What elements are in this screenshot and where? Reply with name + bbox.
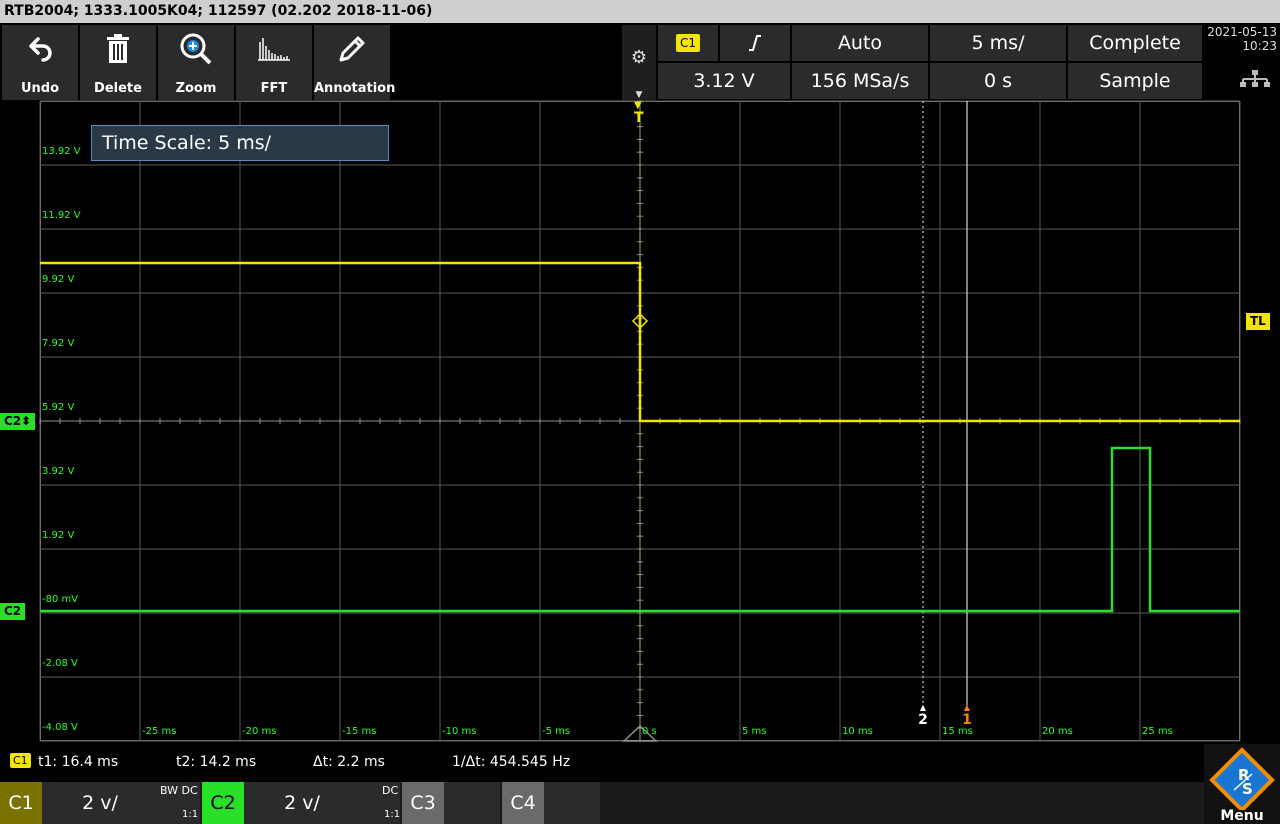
voltage-label: -80 mV bbox=[42, 594, 79, 605]
channel-c1[interactable]: C1 2 v/ BW DC 1:1 bbox=[0, 782, 200, 824]
t2-readout: t2: 14.2 ms bbox=[176, 754, 257, 770]
cursor-1-marker[interactable]: ▲ 1 bbox=[960, 703, 974, 729]
svg-text:S: S bbox=[1242, 780, 1253, 798]
time-label: -15 ms bbox=[342, 726, 377, 737]
menu-label: Menu bbox=[1220, 808, 1264, 824]
inverse-delta-t-readout: 1/Δt: 454.545 Hz bbox=[452, 754, 571, 770]
channel-c2-coupling: DC bbox=[382, 784, 399, 797]
chevron-up-icon: ▲ bbox=[919, 703, 927, 712]
readout-source-badge[interactable]: C1 bbox=[10, 753, 31, 768]
time-label: 0 s bbox=[642, 726, 657, 737]
delta-t-readout: Δt: 2.2 ms bbox=[313, 754, 385, 770]
channel-c4[interactable]: C4 bbox=[502, 782, 600, 824]
cursor-readout: C1 t1: 16.4 ms t2: 14.2 ms Δt: 2.2 ms 1/… bbox=[0, 744, 1280, 782]
time-label: -20 ms bbox=[242, 726, 277, 737]
time-label: 25 ms bbox=[1142, 726, 1173, 737]
channel-c2-name: C2 bbox=[202, 782, 244, 824]
c2-offset-marker[interactable]: C2⬍ bbox=[0, 413, 36, 430]
voltage-label: 9.92 V bbox=[42, 274, 75, 285]
trigger-position-marker[interactable]: ▼ T bbox=[634, 101, 644, 126]
channel-c1-scale: 2 v/ bbox=[82, 792, 118, 814]
time-label: -25 ms bbox=[142, 726, 177, 737]
voltage-label: 13.92 V bbox=[42, 146, 81, 157]
chevron-up-icon: ▲ bbox=[963, 703, 971, 712]
rohde-schwarz-logo: R S bbox=[1209, 747, 1275, 810]
cursor-2-marker[interactable]: ▲ 2 bbox=[916, 703, 930, 729]
time-label: 5 ms bbox=[742, 726, 767, 737]
channel-c3-name: C3 bbox=[402, 782, 444, 824]
time-label: 10 ms bbox=[842, 726, 873, 737]
channel-c1-name: C1 bbox=[0, 782, 42, 824]
voltage-label: 11.92 V bbox=[42, 210, 81, 221]
channel-c3[interactable]: C3 bbox=[402, 782, 500, 824]
voltage-label: 3.92 V bbox=[42, 466, 75, 477]
menu-button[interactable]: R S Menu bbox=[1204, 744, 1280, 824]
trigger-level-marker[interactable]: TL bbox=[1246, 313, 1270, 330]
channel-c1-probe: 1:1 bbox=[182, 809, 199, 820]
voltage-label: 1.92 V bbox=[42, 530, 75, 541]
voltage-label: 7.92 V bbox=[42, 338, 75, 349]
time-label: -5 ms bbox=[542, 726, 571, 737]
voltage-label: -4.08 V bbox=[42, 722, 78, 733]
time-scale-popup: Time Scale: 5 ms/ bbox=[91, 125, 389, 161]
channel-c4-name: C4 bbox=[502, 782, 544, 824]
channel-c2-scale: 2 v/ bbox=[284, 792, 320, 814]
channel-c2-probe: 1:1 bbox=[384, 809, 401, 820]
voltage-label: 5.92 V bbox=[42, 402, 75, 413]
t1-readout: t1: 16.4 ms bbox=[38, 754, 119, 770]
time-label: 20 ms bbox=[1042, 726, 1073, 737]
channel-c1-coupling: BW DC bbox=[160, 784, 198, 797]
channel-c2[interactable]: C2 2 v/ DC 1:1 bbox=[202, 782, 400, 824]
channel-bar: C1 2 v/ BW DC 1:1 C2 2 v/ DC 1:1 C3 C4 bbox=[0, 782, 1280, 824]
voltage-label: -2.08 V bbox=[42, 658, 78, 669]
time-label: -10 ms bbox=[442, 726, 477, 737]
c2-ground-marker[interactable]: C2 bbox=[0, 603, 26, 620]
